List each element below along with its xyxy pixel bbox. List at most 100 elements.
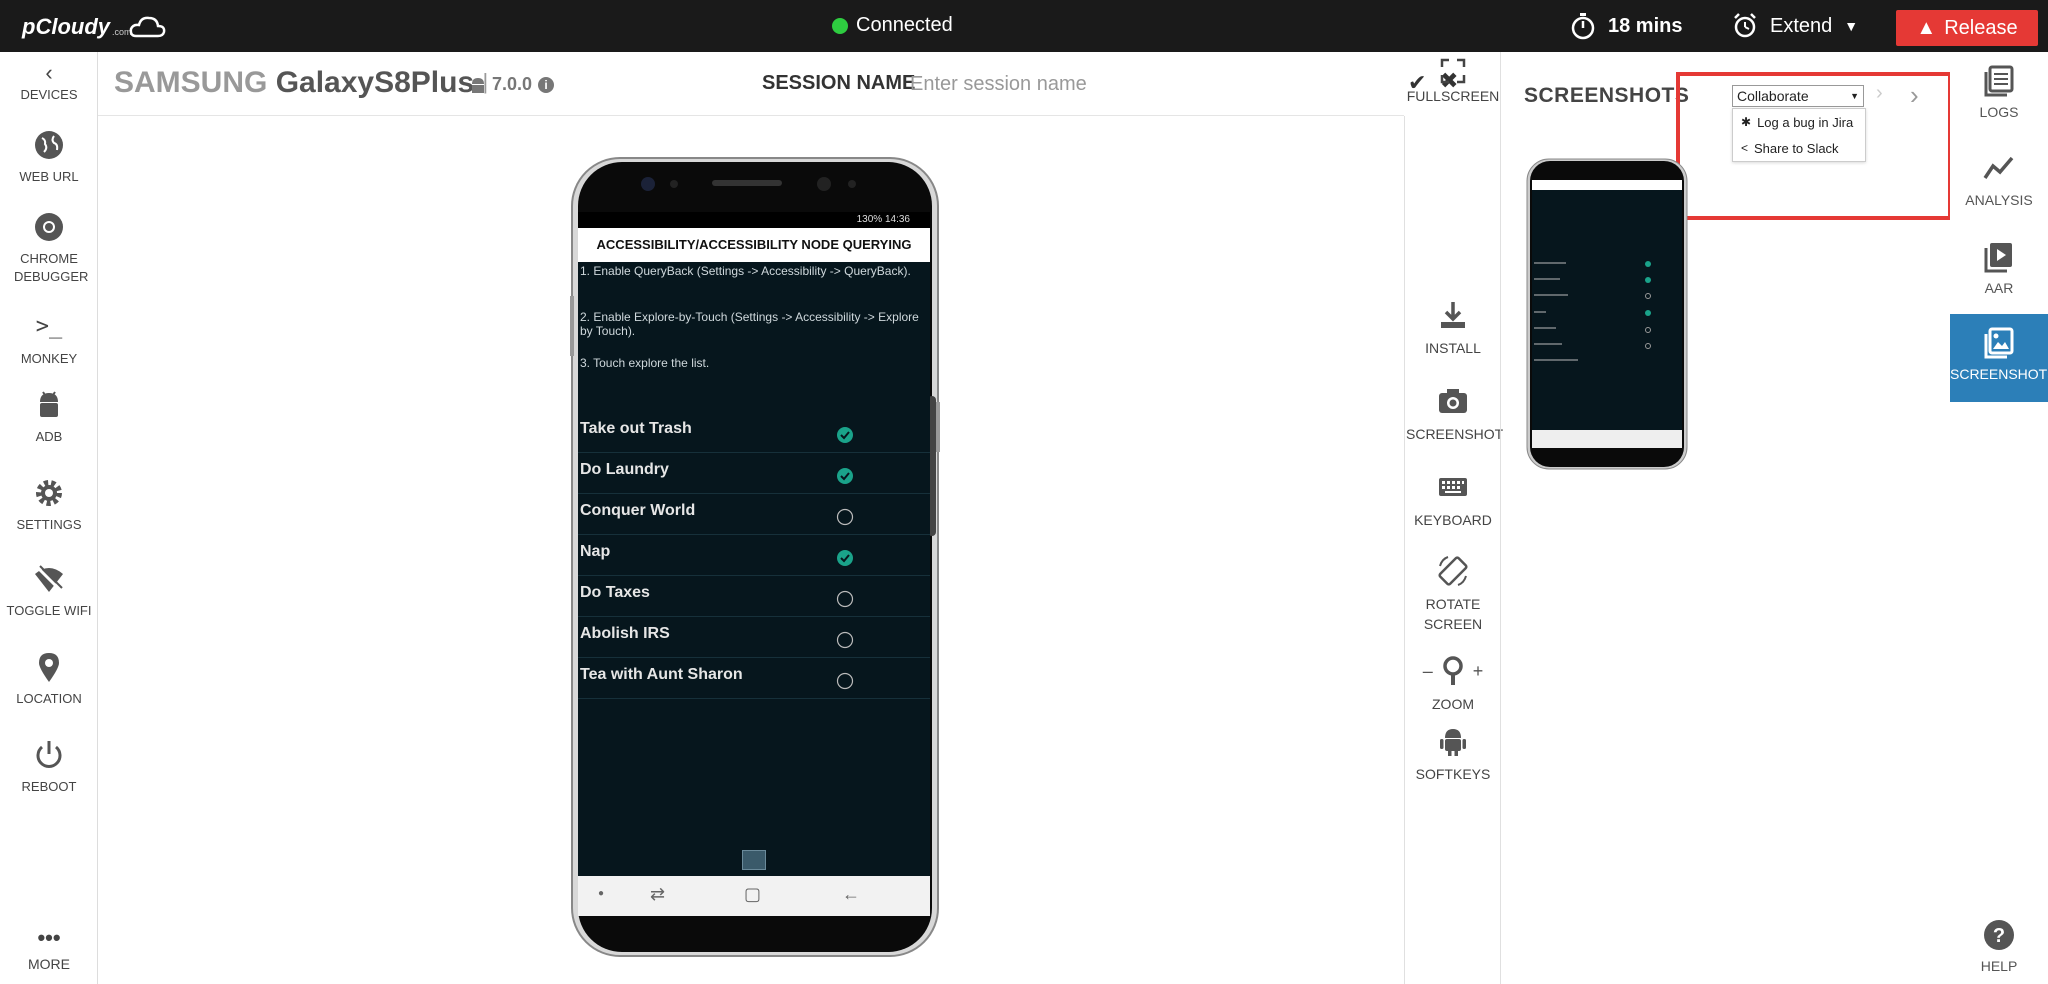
task-name: Nap — [580, 543, 611, 560]
alarm-clock-icon — [1734, 13, 1756, 38]
sidebar-label: HELP — [1980, 958, 2018, 974]
divider — [1404, 116, 1405, 984]
install-button[interactable]: INSTALL — [1406, 298, 1500, 358]
task-name: Do Taxes — [580, 584, 650, 601]
sidebar-label: MONKEY — [20, 351, 78, 366]
connected-dot-icon — [832, 17, 848, 34]
release-button[interactable]: ▲ Release — [1896, 10, 2038, 46]
device-model: GalaxyS8Plus — [275, 66, 475, 99]
sidebar-label: CHROME DEBUGGER — [14, 251, 89, 284]
unchecked-circle-icon[interactable] — [836, 590, 854, 608]
sidebar-item-monkey[interactable]: >_ MONKEY — [0, 310, 98, 368]
device-screen[interactable]: 130% 14:36 ACCESSIBILITY/ACCESSIBILITY N… — [578, 212, 930, 916]
instruction-3: 3. Touch explore the list. — [580, 356, 710, 370]
rotate-screen-button[interactable]: ROTATE SCREEN — [1406, 554, 1500, 634]
task-row[interactable]: Conquer World — [578, 494, 930, 535]
unchecked-circle-icon[interactable] — [836, 508, 854, 526]
task-name: Take out Trash — [580, 420, 692, 437]
connection-status: Connected — [832, 14, 953, 37]
install-label: INSTALL — [1425, 340, 1481, 356]
screenshot-button[interactable]: SCREENSHOT — [1406, 384, 1504, 444]
rotate-label-line2: SCREEN — [1423, 616, 1483, 632]
keyboard-icon — [1439, 478, 1467, 496]
fullscreen-label: FULLSCREEN — [1406, 88, 1500, 104]
android-icon — [472, 77, 484, 93]
zoom-in-button[interactable]: + — [1473, 661, 1484, 682]
softkeys-button[interactable]: SOFTKEYS — [1406, 724, 1500, 784]
task-row[interactable]: Do Laundry — [578, 453, 930, 494]
sidebar-label: DEVICES — [20, 87, 78, 102]
timer-text: 18 mins — [1608, 14, 1683, 37]
softkeys-label: SOFTKEYS — [1415, 766, 1491, 782]
logo-text: pCloudy — [22, 14, 110, 39]
sidebar-item-adb[interactable]: ADB — [0, 388, 98, 446]
task-row[interactable]: Abolish IRS — [578, 617, 930, 658]
task-row[interactable]: Nap — [578, 535, 930, 576]
ellipsis-icon: ••• — [37, 925, 61, 950]
fullscreen-button[interactable]: FULLSCREEN — [1406, 58, 1500, 104]
unchecked-circle-icon[interactable] — [836, 672, 854, 690]
sidebar-item-toggle-wifi[interactable]: TOGGLE WIFI — [0, 562, 98, 620]
task-row[interactable]: Tea with Aunt Sharon — [578, 658, 930, 699]
sidebar-item-aar[interactable]: AAR — [1950, 240, 2048, 296]
task-row[interactable]: Take out Trash — [578, 412, 930, 453]
help-icon: ? — [1984, 920, 2014, 950]
device-name: SAMSUNG GalaxyS8Plus | — [114, 66, 488, 100]
back-icon[interactable]: ← — [842, 884, 860, 905]
session-name-input[interactable] — [910, 68, 1370, 100]
power-icon — [36, 741, 62, 768]
checked-circle-icon[interactable] — [836, 426, 854, 444]
dot-icon[interactable]: ● — [598, 888, 604, 899]
sidebar-item-devices[interactable]: ‹ DEVICES — [0, 60, 98, 104]
sidebar-item-more[interactable]: ••• MORE — [0, 925, 98, 973]
sidebar-item-location[interactable]: LOCATION — [0, 650, 98, 708]
fullscreen-icon — [1440, 58, 1466, 84]
task-row[interactable]: Do Taxes — [578, 576, 930, 617]
stopwatch-icon — [1571, 13, 1595, 40]
android-icon — [40, 391, 58, 417]
cloud-icon — [129, 16, 165, 38]
sidebar-item-analysis[interactable]: ANALYSIS — [1950, 152, 2048, 208]
info-icon[interactable]: i — [538, 76, 555, 93]
sidebar-item-logs[interactable]: LOGS — [1950, 64, 2048, 120]
sidebar-label: LOGS — [1979, 104, 2019, 120]
screenshot-label: SCREENSHOT — [1406, 426, 1504, 442]
sidebar-item-screenshots[interactable]: SCREENSHOTS — [1950, 314, 2048, 402]
sidebar-item-chrome-debugger[interactable]: CHROME DEBUGGER — [0, 210, 98, 286]
map-pin-icon — [39, 653, 59, 682]
android-icon — [1440, 729, 1466, 756]
gear-icon — [36, 480, 62, 506]
keyboard-button[interactable]: KEYBOARD — [1406, 470, 1500, 530]
instruction-1: 1. Enable QueryBack (Settings -> Accessi… — [580, 264, 911, 278]
home-icon[interactable]: ▢ — [744, 884, 761, 905]
sidebar-item-help[interactable]: ? HELP — [1950, 918, 2048, 974]
camera-icon — [1439, 389, 1467, 413]
sidebar-label: LOCATION — [16, 691, 82, 706]
session-name-label: SESSION NAME — [762, 72, 916, 94]
sidebar-label: SETTINGS — [16, 517, 82, 532]
svg-text:?: ? — [1993, 925, 2005, 947]
sidebar-label: ANALYSIS — [1965, 192, 2033, 208]
chevron-left-icon: ‹ — [45, 60, 53, 85]
screenshot-thumbnail[interactable] — [1526, 158, 1688, 470]
sidebar-label: AAR — [1984, 280, 2014, 296]
unchecked-circle-icon[interactable] — [836, 631, 854, 649]
task-name: Do Laundry — [580, 461, 669, 478]
zoom-label: ZOOM — [1432, 696, 1474, 712]
sidebar-item-settings[interactable]: SETTINGS — [0, 476, 98, 534]
terminal-icon: >_ — [35, 314, 63, 339]
recents-icon[interactable]: ⇄ — [650, 884, 665, 905]
session-timer: 18 mins — [1570, 12, 1682, 40]
checked-circle-icon[interactable] — [836, 549, 854, 567]
sidebar-item-web-url[interactable]: WEB URL — [0, 128, 98, 186]
device-header: SAMSUNG GalaxyS8Plus | 7.0.0 i SESSION N… — [98, 52, 1458, 116]
zoom-control[interactable]: – + ZOOM — [1406, 654, 1500, 714]
sidebar-item-reboot[interactable]: REBOOT — [0, 738, 98, 796]
release-label: Release — [1944, 16, 2018, 39]
zoom-out-button[interactable]: – — [1423, 661, 1433, 682]
image-icon — [1984, 327, 2014, 359]
extend-dropdown[interactable]: Extend ▼ — [1732, 12, 1858, 40]
checked-circle-icon[interactable] — [836, 467, 854, 485]
keyboard-label: KEYBOARD — [1414, 512, 1492, 528]
divider — [1500, 52, 1501, 984]
